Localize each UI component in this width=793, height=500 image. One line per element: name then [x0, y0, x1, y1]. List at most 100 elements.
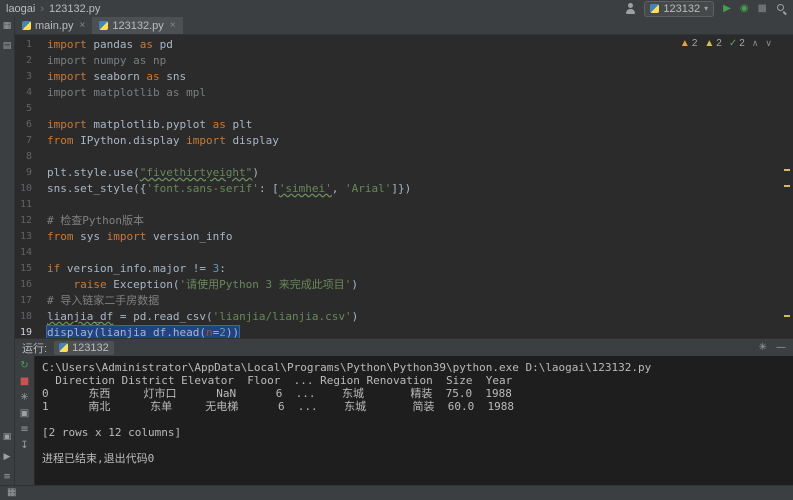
run-tab[interactable]: 123132	[54, 340, 114, 355]
code-token: plt.style.use(	[47, 166, 140, 179]
terminal-tool-icon[interactable]: ≡	[3, 472, 11, 482]
line-number[interactable]: 8	[15, 149, 32, 165]
debug-button[interactable]: ◉	[740, 3, 749, 14]
breadcrumb-project[interactable]: laogai	[6, 3, 35, 15]
tab-main-py[interactable]: main.py ×	[15, 17, 92, 34]
code-line-18[interactable]: lianjia_df = pd.read_csv('lianjia/lianji…	[47, 309, 793, 325]
line-number[interactable]: 12	[15, 213, 32, 229]
structure-tool-icon[interactable]: ▤	[3, 41, 12, 51]
console-line: C:\Users\Administrator\AppData\Local\Pro…	[42, 361, 652, 374]
line-number[interactable]: 5	[15, 101, 32, 117]
line-number[interactable]: 14	[15, 245, 32, 261]
stripe-mark[interactable]	[784, 185, 790, 187]
code-line-12[interactable]: # 检查Python版本	[47, 213, 793, 229]
stop-button[interactable]: ■	[758, 3, 767, 14]
close-icon[interactable]: ×	[170, 20, 176, 31]
line-number[interactable]: 16	[15, 277, 32, 293]
run-tool-window-icon[interactable]: ▶	[4, 452, 11, 462]
line-number[interactable]: 2	[15, 53, 32, 69]
code-token: sys	[73, 230, 107, 243]
line-number[interactable]: 7	[15, 133, 32, 149]
code-area[interactable]: import pandas as pd import numpy as np imp…	[41, 35, 793, 338]
typo-indicator[interactable]: ✓ 2	[729, 38, 745, 49]
error-stripe[interactable]	[781, 35, 793, 338]
run-button[interactable]: ▶	[723, 3, 731, 14]
soft-wrap-icon[interactable]: ≡	[20, 425, 28, 435]
line-number[interactable]: 11	[15, 197, 32, 213]
weak-warning-icon: ▲	[704, 38, 715, 49]
line-number[interactable]: 9	[15, 165, 32, 181]
issue-count: 2	[716, 38, 722, 49]
gear-icon[interactable]: ✳	[759, 342, 767, 353]
code-line-10[interactable]: sns.set_style({'font.sans-serif': ['simh…	[47, 181, 793, 197]
tab-label: 123132.py	[112, 19, 164, 32]
code-token: 'lianjia/lianjia.csv'	[212, 310, 352, 323]
code-line-19[interactable]: display(lianjia_df.head(n=2))	[45, 325, 793, 338]
code-line-7[interactable]: from IPython.display import display	[47, 133, 793, 149]
stop-icon[interactable]: ■	[20, 377, 29, 387]
line-number[interactable]: 13	[15, 229, 32, 245]
editor-gutter[interactable]: 1 2 3 4 5 6 7 8 9 10 11 12 13 14 15 16 17 18 19	[15, 35, 41, 338]
line-number[interactable]: 17	[15, 293, 32, 309]
code-token: as	[212, 118, 226, 131]
tab-123132-py[interactable]: 123132.py ×	[92, 17, 183, 34]
stripe-mark[interactable]	[784, 315, 790, 317]
issue-count: 2	[739, 38, 745, 49]
breadcrumb-file[interactable]: 123132.py	[49, 3, 100, 15]
code-line-9[interactable]: plt.style.use("fivethirtyeight")	[47, 165, 793, 181]
next-issue-icon[interactable]: ∨	[765, 38, 772, 49]
settings-icon[interactable]: ✳	[20, 393, 28, 403]
project-tool-icon[interactable]: ▦	[3, 21, 12, 31]
weak-warning-indicator[interactable]: ▲ 2	[704, 38, 721, 49]
code-line-8[interactable]	[47, 149, 793, 165]
search-icon[interactable]	[776, 3, 787, 14]
code-token: 'font.sans-serif'	[146, 182, 259, 195]
inspections-widget[interactable]: ▲ 2 ▲ 2 ✓ 2 ∧ ∨	[676, 38, 775, 49]
prev-issue-icon[interactable]: ∧	[752, 38, 759, 49]
console-output[interactable]: C:\Users\Administrator\AppData\Local\Pro…	[35, 356, 793, 485]
run-panel-header: 运行: 123132 ✳ —	[15, 339, 793, 356]
close-icon[interactable]: ×	[80, 20, 86, 31]
rerun-icon[interactable]: ↻	[20, 361, 28, 371]
code-token: ]})	[391, 182, 412, 195]
editor[interactable]: 1 2 3 4 5 6 7 8 9 10 11 12 13 14 15 16 17 18 19 import pan…	[15, 35, 793, 338]
code-line-15[interactable]: if version_info.major != 3:	[47, 261, 793, 277]
line-number[interactable]: 1	[15, 37, 32, 53]
line-number[interactable]: 10	[15, 181, 32, 197]
line-number[interactable]: 4	[15, 85, 32, 101]
line-number[interactable]: 3	[15, 69, 32, 85]
line-number[interactable]: 18	[15, 309, 32, 325]
stripe-mark[interactable]	[784, 169, 790, 171]
code-token: = pd.read_csv(	[113, 310, 213, 323]
code-line-2[interactable]: import numpy as np	[47, 53, 793, 69]
favorites-tool-icon[interactable]: ▣	[3, 432, 12, 442]
code-line-16[interactable]: raise Exception('请使用Python 3 来完成此项目')	[47, 277, 793, 293]
code-line-13[interactable]: from sys import version_info	[47, 229, 793, 245]
users-icon[interactable]	[625, 3, 635, 14]
tool-windows-toggle-icon[interactable]: ▦	[7, 488, 16, 498]
code-token: 'Arial'	[345, 182, 392, 195]
code-line-3[interactable]: import seaborn as sns	[47, 69, 793, 85]
issue-count: 2	[691, 38, 698, 49]
code-line-4[interactable]: import matplotlib as mpl	[47, 85, 793, 101]
title-bar: laogai › 123132.py 123132 ▾ ▶ ◉ ■	[0, 0, 793, 17]
run-config-selector[interactable]: 123132 ▾	[644, 0, 715, 17]
code-line-6[interactable]: import matplotlib.pyplot as plt	[47, 117, 793, 133]
line-number[interactable]: 15	[15, 261, 32, 277]
line-number[interactable]: 19	[15, 325, 32, 338]
code-line-5[interactable]	[47, 101, 793, 117]
code-line-11[interactable]	[47, 197, 793, 213]
scroll-to-end-icon[interactable]: ↧	[20, 441, 28, 451]
code-line-17[interactable]: # 导入链家二手房数据	[47, 293, 793, 309]
minimize-icon[interactable]: —	[776, 342, 786, 353]
code-token: import matplotlib as mpl	[47, 86, 206, 99]
line-number[interactable]: 6	[15, 117, 32, 133]
code-token: import	[47, 70, 87, 83]
run-toolbar: ↻ ■ ✳ ▣ ≡ ↧	[15, 356, 35, 485]
run-panel-header-actions: ✳ —	[759, 342, 786, 353]
warning-indicator[interactable]: ▲ 2	[680, 38, 697, 49]
pin-icon[interactable]: ▣	[20, 409, 29, 419]
code-token: pandas	[86, 38, 140, 51]
code-token: version_info	[146, 230, 233, 243]
code-line-14[interactable]	[47, 245, 793, 261]
